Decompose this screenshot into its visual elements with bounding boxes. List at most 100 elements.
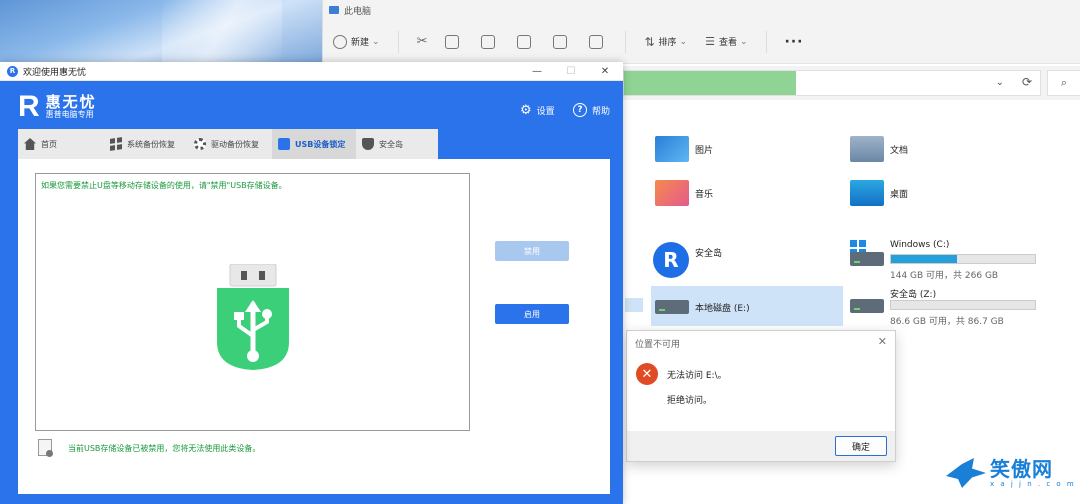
copy-button[interactable] <box>445 34 463 49</box>
ok-button[interactable]: 确定 <box>835 436 887 456</box>
address-bar[interactable]: ⌄ ⟳ <box>623 70 1041 96</box>
help-link[interactable]: ? 帮助 <box>573 103 610 117</box>
tab-safe-island[interactable]: 安全岛 <box>356 129 438 159</box>
drive-free-text: 144 GB 可用，共 266 GB <box>890 271 999 281</box>
enable-button[interactable]: 启用 <box>495 304 569 324</box>
selection-fragment <box>625 298 643 312</box>
explorer-title: 此电脑 <box>344 6 372 17</box>
folder-label: 图片 <box>695 145 714 156</box>
share-icon <box>553 34 568 49</box>
drive-z[interactable]: 安全岛 (Z:) 86.6 GB 可用，共 86.7 GB <box>850 287 1050 331</box>
gear-icon: ⚙ <box>520 103 532 118</box>
shield-icon <box>362 138 374 150</box>
drive-anquandao[interactable]: 安全岛 <box>695 246 722 259</box>
folder-desktop[interactable]: 桌面 <box>850 180 908 206</box>
search-icon: ⌕ <box>1060 76 1068 89</box>
folder-label: 音乐 <box>695 189 714 200</box>
shark-logo-icon <box>946 458 986 488</box>
usb-icon <box>278 138 290 150</box>
help-label: 帮助 <box>592 106 611 117</box>
delete-button[interactable] <box>589 34 607 49</box>
cut-button[interactable]: ✂ <box>417 34 428 49</box>
drive-c[interactable]: Windows (C:) 144 GB 可用，共 266 GB <box>850 240 1050 284</box>
refresh-icon[interactable]: ⟳ <box>1022 75 1032 89</box>
drive-label: 安全岛 <box>695 249 723 259</box>
maximize-icon: ☐ <box>566 66 576 77</box>
dialog-detail: 拒绝访问。 <box>667 396 713 406</box>
tab-label: 安全岛 <box>379 139 403 149</box>
usage-fill <box>891 255 958 263</box>
brand: R 惠无忧 惠普电脑专用 <box>18 92 97 122</box>
new-label: 新建 <box>351 38 370 48</box>
drive-z-usage-bar <box>890 300 1036 310</box>
address-progress <box>624 71 796 95</box>
sort-button[interactable]: ⇅ 排序 ⌄ <box>644 35 687 49</box>
chevron-down-icon[interactable]: ⌄ <box>996 77 1004 88</box>
tab-label: USB设备锁定 <box>295 139 346 149</box>
drive-c-usage-bar <box>890 254 1036 264</box>
copy-icon <box>445 34 460 49</box>
hard-drive-icon <box>850 299 884 313</box>
trash-icon <box>589 34 604 49</box>
folder-label: 桌面 <box>890 189 909 200</box>
pictures-folder-icon <box>655 136 689 162</box>
close-icon[interactable]: ✕ <box>590 62 620 81</box>
tab-system-backup[interactable]: 系统备份恢复 <box>104 129 188 159</box>
explorer-titlebar: 此电脑 <box>323 0 1080 20</box>
explorer-toolbar: 新建 ⌄ ✂ ⇅ 排序 ⌄ ☰ 查看 ⌄ ··· <box>323 20 1080 64</box>
scissors-icon: ✂ <box>416 34 428 49</box>
usb-status-text: 当前USB存储设备已被禁用，您将无法使用此类设备。 <box>68 444 261 453</box>
app-logo-icon: R <box>7 65 18 77</box>
share-button[interactable] <box>553 34 571 49</box>
toolbar-divider <box>397 30 399 53</box>
chevron-down-icon: ⌄ <box>679 36 688 47</box>
folder-documents[interactable]: 文档 <box>850 136 908 162</box>
folder-pictures[interactable]: 图片 <box>655 136 713 162</box>
paste-button[interactable] <box>481 34 499 49</box>
documents-folder-icon <box>850 136 884 162</box>
folder-label: 文档 <box>890 145 909 156</box>
tab-usb-lock[interactable]: USB设备锁定 <box>272 129 356 159</box>
desktop-folder-icon <box>850 180 884 206</box>
home-icon <box>24 138 36 150</box>
disable-button[interactable]: 禁用 <box>495 241 569 261</box>
folder-music[interactable]: 音乐 <box>655 180 713 206</box>
drive-label: 安全岛 (Z:) <box>890 290 937 300</box>
settings-link[interactable]: ⚙ 设置 <box>520 103 555 118</box>
drive-label: Windows (C:) <box>890 240 950 250</box>
usb-drive-icon <box>217 263 289 370</box>
brand-name: 惠无忧 <box>45 93 97 111</box>
sort-icon: ⇅ <box>644 34 655 49</box>
tab-driver-backup[interactable]: 驱动备份恢复 <box>188 129 272 159</box>
paste-icon <box>481 34 496 49</box>
tab-home[interactable]: 首页 <box>18 129 104 159</box>
drive-e[interactable]: 本地磁盘 (E:) <box>655 286 835 326</box>
view-icon: ☰ <box>705 35 715 48</box>
view-button[interactable]: ☰ 查看 ⌄ <box>705 35 747 48</box>
music-folder-icon <box>655 180 689 206</box>
hard-drive-icon <box>850 252 884 266</box>
minimize-icon[interactable]: — <box>522 62 552 81</box>
plus-icon <box>333 34 347 49</box>
device-status-icon <box>38 439 53 457</box>
brand-logo-icon: R <box>18 90 40 123</box>
search-box[interactable]: ⌕ <box>1047 70 1080 96</box>
tab-label: 首页 <box>41 139 57 149</box>
tab-label: 驱动备份恢复 <box>211 139 259 149</box>
help-icon: ? <box>573 103 587 117</box>
brand-tagline: 惠普电脑专用 <box>45 110 94 119</box>
chevron-down-icon: ⌄ <box>372 36 380 47</box>
settings-label: 设置 <box>536 107 555 117</box>
site-watermark: 笑傲网 x a j j n . c o m <box>946 458 1076 488</box>
huiwuyou-app-window: R 欢迎使用惠无忧 — ☐ ✕ R 惠无忧 惠普电脑专用 ⚙ 设置 ? 帮助 首… <box>0 62 623 504</box>
app-tabs: 首页 系统备份恢复 驱动备份恢复 USB设备锁定 安全岛 <box>18 129 438 159</box>
chevron-down-icon: ⌄ <box>739 36 748 47</box>
close-icon[interactable]: ✕ <box>878 335 887 348</box>
toolbar-divider <box>765 30 767 53</box>
hard-drive-icon <box>655 300 689 314</box>
rename-button[interactable] <box>517 34 535 49</box>
new-button[interactable]: 新建 ⌄ <box>333 34 380 49</box>
more-button[interactable]: ··· <box>785 34 804 50</box>
watermark-sub: x a j j n . c o m <box>990 480 1076 488</box>
gear-icon <box>194 138 206 150</box>
